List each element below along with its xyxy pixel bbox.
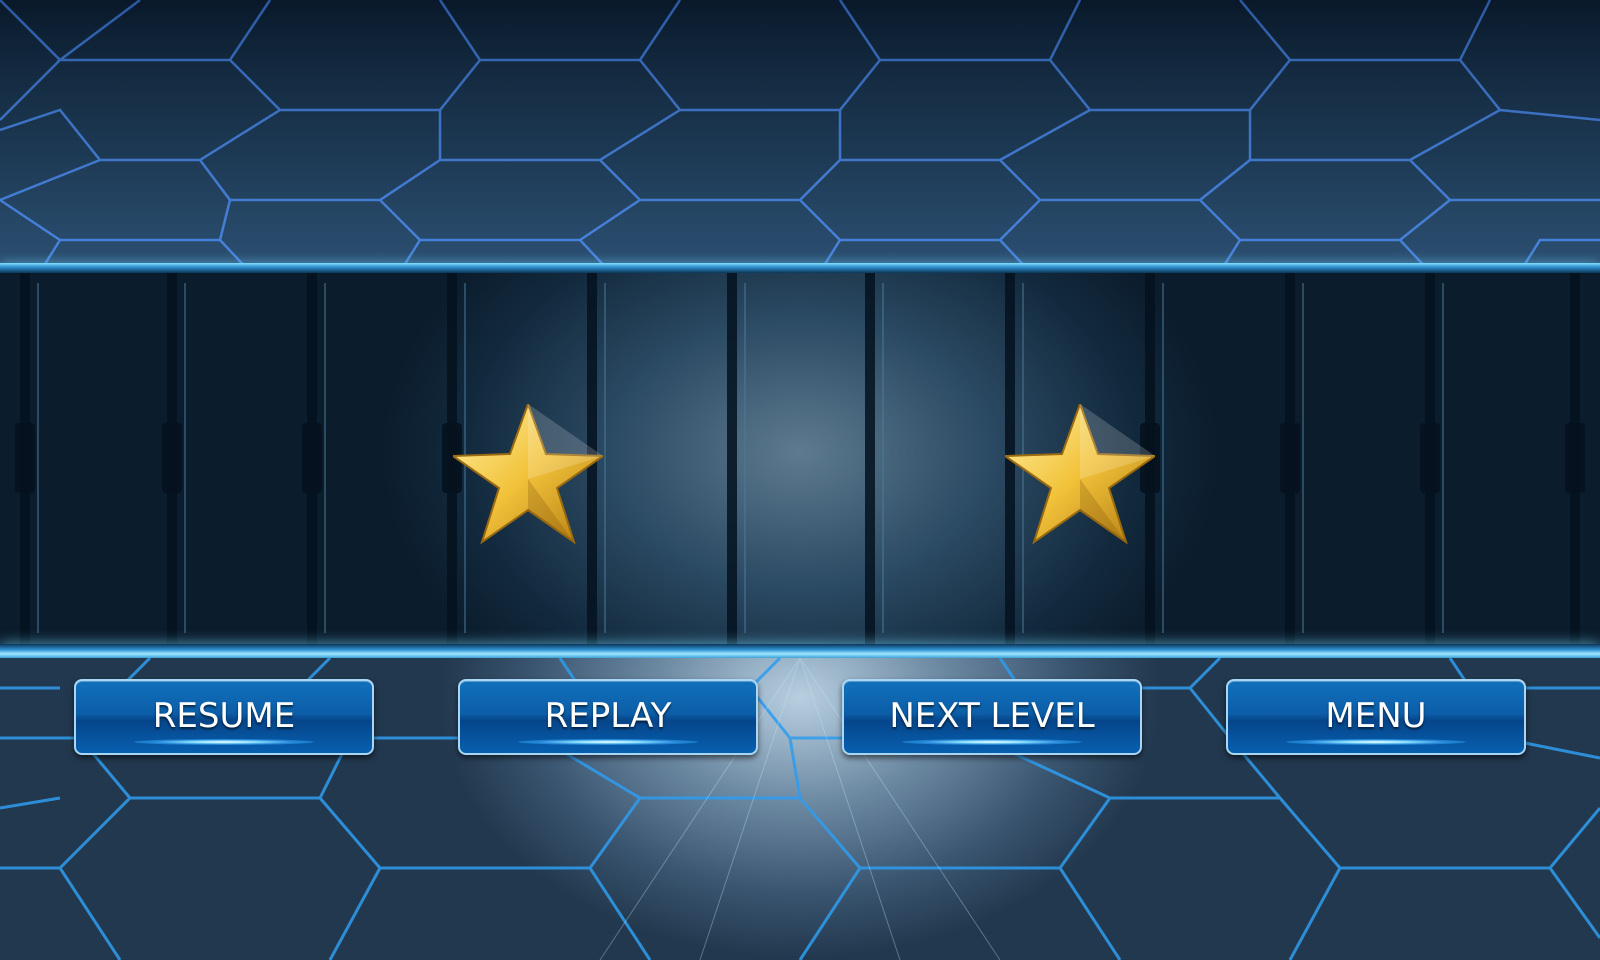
button-glow [518,739,698,745]
ceiling-hex-pattern [0,0,1600,272]
ceiling-light-rail [0,263,1600,273]
resume-button-label: RESUME [152,696,296,736]
button-glow [1286,739,1466,745]
floor-light-rail [0,644,1600,658]
level-complete-title: LEVEL COMPLETE [0,360,1600,546]
hex-ceiling [0,0,1600,272]
menu-button-label: MENU [1325,696,1427,736]
replay-button-label: REPLAY [544,696,672,736]
button-glow [134,739,314,745]
next-level-button-label: NEXT LEVEL [889,696,1095,736]
replay-button[interactable]: REPLAY [458,679,758,755]
title-line-2: COMPLETE [528,440,1072,558]
level-complete-screen: LEVEL COMPLETE RESUME REPLAY NEXT LEVEL [0,0,1600,960]
gold-star-icon [1005,404,1155,545]
menu-button[interactable]: MENU [1226,679,1526,755]
title-line-1: LEVEL [657,349,943,461]
next-level-button[interactable]: NEXT LEVEL [842,679,1142,755]
gold-star-icon [453,404,603,545]
button-glow [902,739,1082,745]
resume-button[interactable]: RESUME [74,679,374,755]
